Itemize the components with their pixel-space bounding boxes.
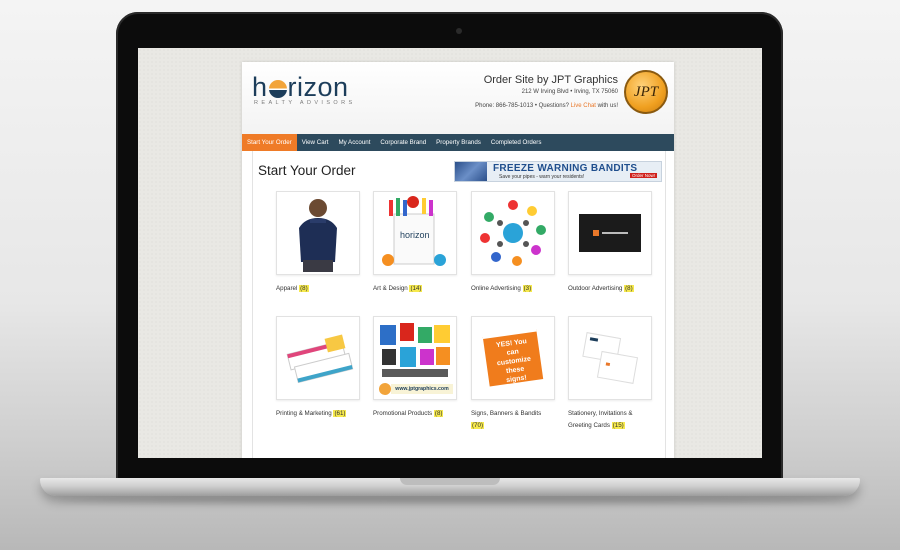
category-name: Printing & Marketing	[276, 410, 332, 417]
category-label[interactable]: Stationery, Invitations & Greeting Cards…	[568, 408, 652, 432]
category-name: Art & Design	[373, 285, 408, 292]
category-count: (70)	[471, 422, 485, 429]
logo-text-post: rizon	[287, 72, 349, 102]
category-card-promotional-products[interactable]: www.jptgraphics.com Promotional Products…	[373, 316, 457, 420]
category-count: (8)	[433, 410, 444, 417]
category-label[interactable]: Printing & Marketing (61)	[276, 408, 360, 420]
category-thumb-outdoor-advertising[interactable]	[568, 191, 652, 275]
category-label[interactable]: Promotional Products (8)	[373, 408, 457, 420]
category-card-online-advertising[interactable]: Online Advertising (3)	[471, 191, 555, 295]
category-card-printing-marketing[interactable]: Printing & Marketing (61)	[276, 316, 360, 420]
laptop-notch	[400, 478, 500, 485]
order-site-title: Order Site by JPT Graphics	[483, 74, 618, 86]
polo-shirt-person-icon	[299, 199, 337, 272]
promo-url-text: www.jptgraphics.com	[391, 384, 453, 394]
category-card-stationery[interactable]: Stationery, Invitations & Greeting Cards…	[568, 316, 652, 432]
horizon-logo[interactable]: h rizon REALTY ADVISORS	[252, 72, 356, 106]
nav-property-brands[interactable]: Property Brands	[431, 134, 486, 151]
stationery-icon	[582, 332, 639, 384]
category-thumb-promotional-products[interactable]: www.jptgraphics.com	[373, 316, 457, 400]
art-supplies-icon: horizon	[382, 196, 446, 266]
category-thumb-stationery[interactable]	[568, 316, 652, 400]
main-content: Start Your Order FREEZE WARNING BANDITS …	[252, 151, 666, 458]
phone-text: Phone: 866-785-1013 • Questions?	[475, 103, 571, 109]
live-chat-link[interactable]: Live Chat	[571, 103, 596, 109]
online-icons-icon	[480, 200, 546, 266]
category-label[interactable]: Signs, Banners & Bandits (70)	[471, 408, 555, 432]
category-label[interactable]: Online Advertising (3)	[471, 283, 555, 295]
category-name: Promotional Products	[373, 410, 433, 417]
category-label[interactable]: Apparel (8)	[276, 283, 360, 295]
category-thumb-art-design[interactable]: horizon	[373, 191, 457, 275]
nav-completed-orders[interactable]: Completed Orders	[486, 134, 547, 151]
doormat-icon	[579, 214, 641, 252]
category-card-outdoor-advertising[interactable]: Outdoor Advertising (8)	[568, 191, 652, 295]
address: 212 W Irving Blvd • Irving, TX 75060	[521, 89, 618, 95]
category-count: (14)	[409, 285, 423, 292]
logo-text-pre: h	[252, 72, 268, 102]
category-name: Apparel	[276, 285, 298, 292]
category-thumb-signs-banners-bandits[interactable]: YES! You can customize these signs!	[471, 316, 555, 400]
jpt-badge-logo[interactable]: JPT	[624, 70, 668, 114]
page-title: Start Your Order	[258, 163, 356, 178]
category-name: Online Advertising	[471, 285, 521, 292]
banner-order-button[interactable]: Order Now!	[629, 173, 657, 178]
category-count: (61)	[333, 410, 347, 417]
promo-banner[interactable]: FREEZE WARNING BANDITS Save your pipes -…	[454, 161, 662, 182]
category-label[interactable]: Outdoor Advertising (8)	[568, 283, 652, 295]
category-thumb-online-advertising[interactable]	[471, 191, 555, 275]
nav-my-account[interactable]: My Account	[333, 134, 375, 151]
main-nav: Start Your Order View Cart My Account Co…	[242, 134, 674, 151]
category-count: (3)	[522, 285, 533, 292]
category-count: (15)	[611, 422, 625, 429]
category-name: Signs, Banners & Bandits	[471, 410, 542, 417]
category-thumb-printing-marketing[interactable]	[276, 316, 360, 400]
nav-view-cart[interactable]: View Cart	[297, 134, 334, 151]
camera-icon	[456, 28, 462, 34]
svg-text:horizon: horizon	[400, 230, 430, 240]
category-count: (8)	[299, 285, 309, 292]
business-cards-icon	[286, 334, 354, 384]
nav-corporate-brand[interactable]: Corporate Brand	[375, 134, 431, 151]
logo-tagline: REALTY ADVISORS	[254, 100, 356, 106]
webpage: h rizon REALTY ADVISORS Order Site by JPT…	[242, 62, 674, 458]
category-thumb-apparel[interactable]	[276, 191, 360, 275]
laptop-shadow	[60, 496, 840, 504]
phone-suffix: with us!	[595, 103, 618, 109]
logo-wordmark: h rizon	[252, 72, 356, 102]
site-header: h rizon REALTY ADVISORS Order Site by JPT…	[242, 62, 674, 134]
contact-line: Phone: 866-785-1013 • Questions? Live Ch…	[475, 103, 618, 109]
banner-subtitle: Save your pipes - warn your residents!	[499, 174, 585, 180]
laptop-frame: h rizon REALTY ADVISORS Order Site by JPT…	[0, 0, 900, 550]
category-count: (8)	[624, 285, 634, 292]
screen: h rizon REALTY ADVISORS Order Site by JPT…	[138, 48, 762, 458]
nav-start-your-order[interactable]: Start Your Order	[242, 134, 297, 151]
logo-sun-icon	[268, 80, 287, 98]
category-card-signs-banners-bandits[interactable]: YES! You can customize these signs! Sign…	[471, 316, 555, 432]
category-label[interactable]: Art & Design (14)	[373, 283, 457, 295]
banner-title: FREEZE WARNING BANDITS	[493, 163, 638, 174]
banner-image	[455, 162, 487, 181]
category-card-apparel[interactable]: Apparel (8)	[276, 191, 360, 295]
category-card-art-design[interactable]: horizon Art & Design (14)	[373, 191, 457, 295]
yes-sign-text: YES! You can customize these signs!	[495, 338, 532, 385]
category-name: Outdoor Advertising	[568, 285, 623, 292]
